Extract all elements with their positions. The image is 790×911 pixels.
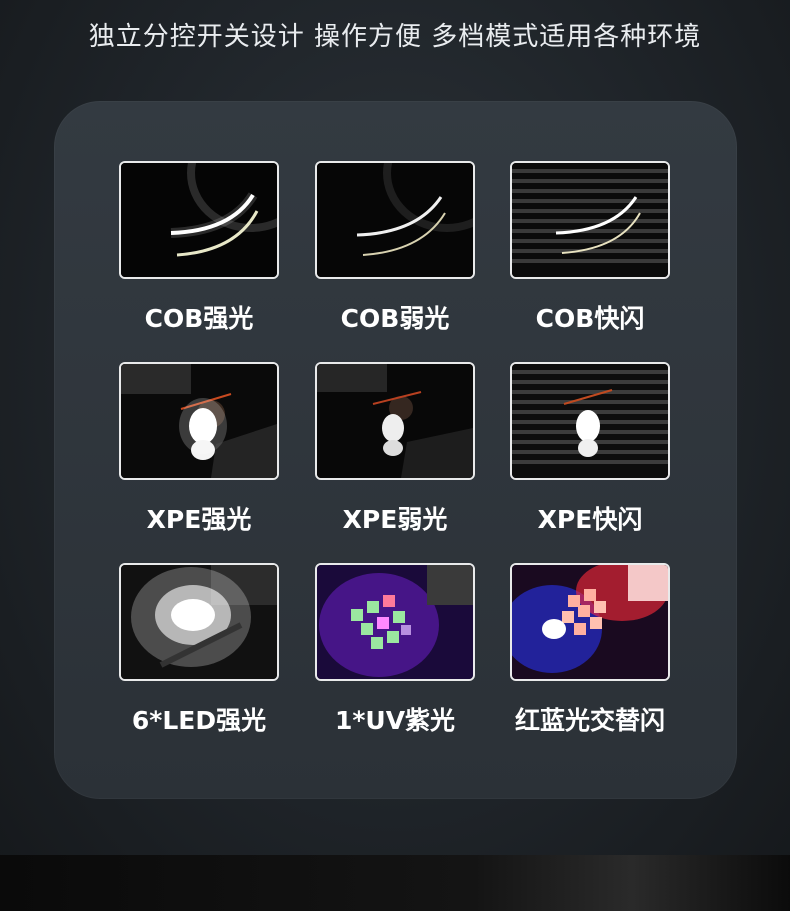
footer-photo-strip [0, 855, 790, 911]
mode-tile-red-blue: 红蓝光交替闪 [510, 563, 670, 737]
mode-label: 1*UV紫光 [334, 706, 456, 735]
cob-fast-flash-icon [510, 161, 670, 279]
mode-tile-xpe-weak: XPE弱光 [315, 362, 475, 536]
page-headline: 独立分控开关设计 操作方便 多档模式适用各种环境 [88, 22, 702, 52]
mode-tile-cob-flash: COB快闪 [510, 161, 670, 335]
mode-label: 红蓝光交替闪 [514, 706, 665, 735]
mode-panel: COB强光 COB弱光 COB快闪 XPE强光 XPE弱光 XPE快闪 6*LE… [54, 101, 737, 799]
mode-tile-xpe-flash: XPE快闪 [510, 362, 670, 536]
six-led-strong-light-icon [119, 563, 279, 681]
mode-tile-six-led: 6*LED强光 [119, 563, 279, 737]
mode-label: 6*LED强光 [131, 706, 267, 735]
mode-label: XPE快闪 [537, 505, 643, 534]
mode-tile-uv: 1*UV紫光 [315, 563, 475, 737]
mode-tile-xpe-strong: XPE强光 [119, 362, 279, 536]
mode-label: XPE强光 [146, 505, 252, 534]
mode-label: COB弱光 [340, 304, 450, 333]
mode-label: COB强光 [144, 304, 254, 333]
xpe-strong-light-icon [119, 362, 279, 480]
uv-purple-light-icon [315, 563, 475, 681]
mode-label: XPE弱光 [342, 505, 448, 534]
xpe-weak-light-icon [315, 362, 475, 480]
xpe-fast-flash-icon [510, 362, 670, 480]
mode-tile-cob-strong: COB强光 [119, 161, 279, 335]
mode-tile-cob-weak: COB弱光 [315, 161, 475, 335]
cob-strong-light-icon [119, 161, 279, 279]
mode-label: COB快闪 [535, 304, 645, 333]
red-blue-alternating-flash-icon [510, 563, 670, 681]
cob-weak-light-icon [315, 161, 475, 279]
